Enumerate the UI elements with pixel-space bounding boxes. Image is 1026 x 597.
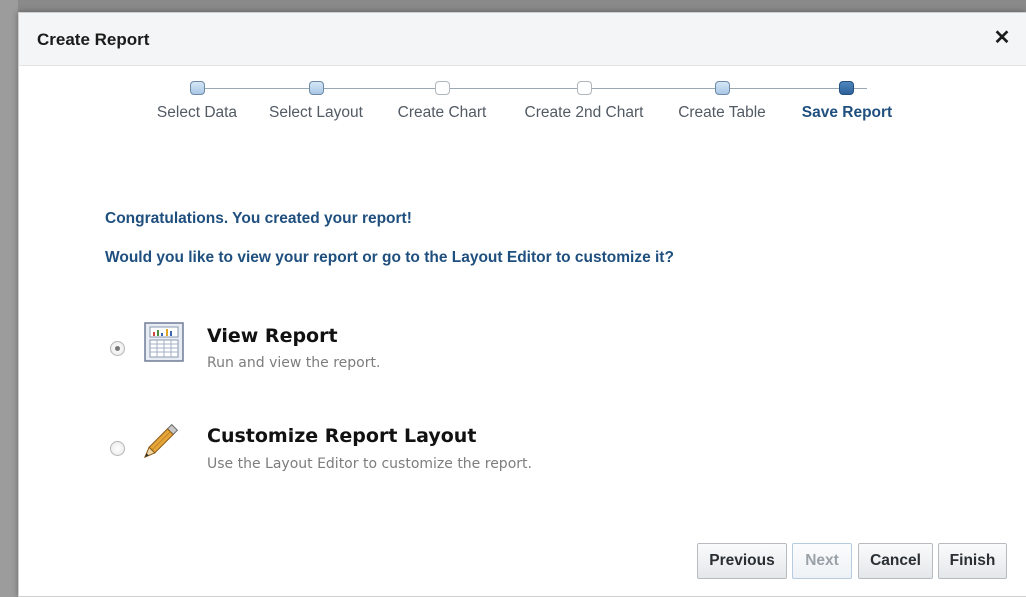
train-label-create-chart: Create Chart	[397, 104, 487, 121]
train-stop-create-table[interactable]	[715, 81, 730, 95]
train-stop-create-2nd-chart	[577, 81, 592, 95]
cancel-button[interactable]: Cancel	[858, 543, 933, 579]
close-icon[interactable]: ✕	[990, 26, 1014, 50]
create-report-dialog: Create Report ✕ Select Data Select Layou…	[18, 12, 1026, 597]
train-stop-select-layout[interactable]	[309, 81, 324, 95]
customize-layout-description: Use the Layout Editor to customize the r…	[207, 456, 532, 472]
pencil-icon	[137, 421, 181, 465]
train-label-create-table[interactable]: Create Table	[678, 104, 766, 122]
wizard-train: Select Data Select Layout Create Chart C…	[19, 78, 1026, 138]
train-stop-select-data[interactable]	[190, 81, 205, 95]
customize-layout-title[interactable]: Customize Report Layout	[207, 425, 476, 447]
view-report-radio[interactable]	[110, 341, 125, 356]
train-stop-create-chart	[435, 81, 450, 95]
next-button[interactable]: Next	[792, 543, 852, 579]
train-label-select-data[interactable]: Select Data	[157, 104, 237, 122]
train-connector	[197, 88, 867, 89]
dialog-titlebar: Create Report ✕	[19, 13, 1026, 66]
previous-button[interactable]: Previous	[697, 543, 787, 579]
train-stop-save-report	[839, 81, 854, 95]
question-message: Would you like to view your report or go…	[105, 249, 674, 266]
congrats-message: Congratulations. You created your report…	[105, 210, 412, 227]
finish-button[interactable]: Finish	[938, 543, 1007, 579]
train-label-save-report: Save Report	[801, 104, 893, 121]
report-table-icon	[144, 322, 184, 362]
background-page	[0, 0, 18, 597]
train-label-select-layout[interactable]: Select Layout	[269, 104, 363, 122]
dialog-title: Create Report	[37, 30, 150, 49]
view-report-description: Run and view the report.	[207, 355, 381, 371]
train-label-create-2nd-chart: Create 2nd Chart	[524, 104, 644, 121]
customize-layout-radio[interactable]	[110, 441, 125, 456]
view-report-title[interactable]: View Report	[207, 325, 338, 347]
